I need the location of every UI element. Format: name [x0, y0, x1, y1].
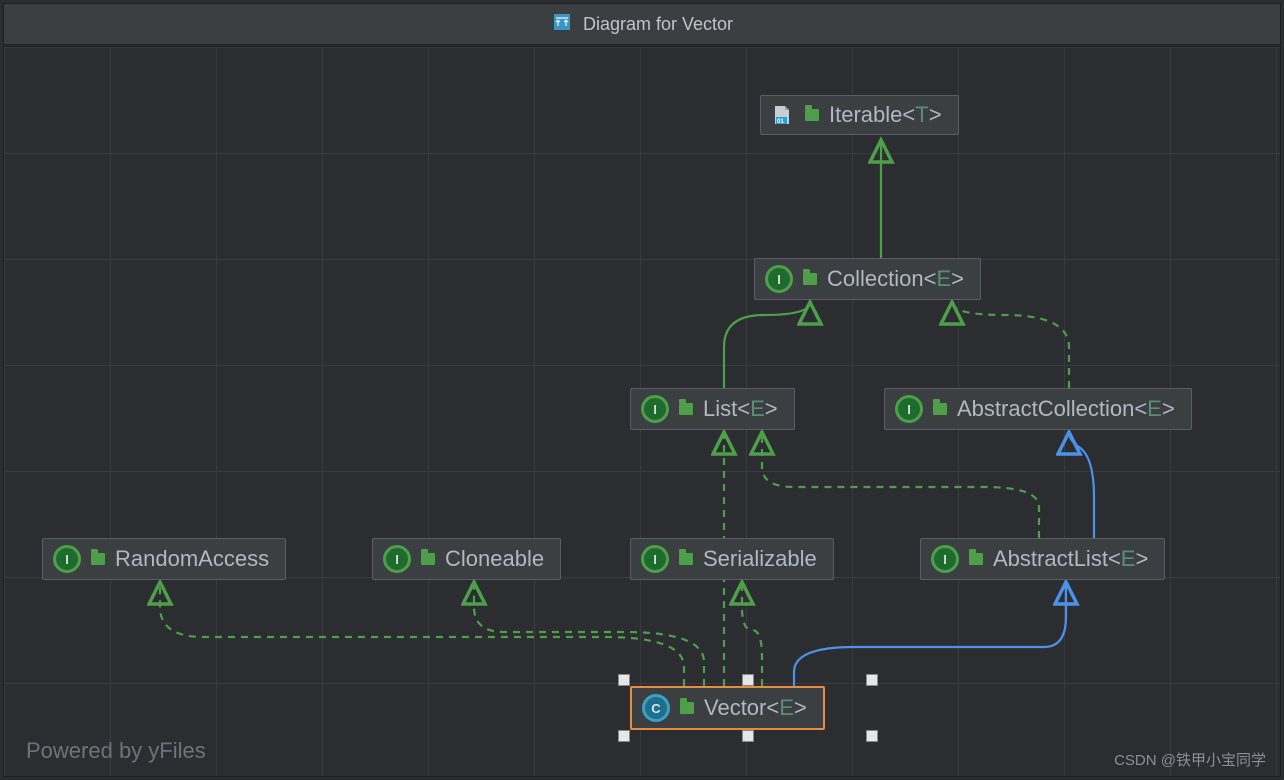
file-icon: 01 [771, 104, 795, 126]
interface-icon: I [895, 395, 923, 423]
resize-handle[interactable] [618, 730, 630, 742]
node-iterable[interactable]: 01 Iterable<T> [760, 95, 959, 135]
interface-icon: I [765, 265, 793, 293]
interface-icon: I [641, 545, 669, 573]
diagram-header-icon [551, 11, 573, 38]
node-label: List<E> [703, 396, 778, 422]
package-icon [679, 403, 693, 415]
node-vector[interactable]: C Vector<E> [630, 686, 825, 730]
node-label: AbstractList<E> [993, 546, 1148, 572]
node-list[interactable]: I List<E> [630, 388, 795, 430]
package-icon [933, 403, 947, 415]
diagram-title: Diagram for Vector [583, 14, 733, 35]
svg-text:01: 01 [777, 119, 784, 125]
node-collection[interactable]: I Collection<E> [754, 258, 981, 300]
node-cloneable[interactable]: I Cloneable [372, 538, 561, 580]
package-icon [969, 553, 983, 565]
node-abstractcollection[interactable]: I AbstractCollection<E> [884, 388, 1192, 430]
node-label: RandomAccess [115, 546, 269, 572]
node-label: Serializable [703, 546, 817, 572]
interface-icon: I [931, 545, 959, 573]
node-serializable[interactable]: I Serializable [630, 538, 834, 580]
package-icon [421, 553, 435, 565]
package-icon [91, 553, 105, 565]
node-label: Cloneable [445, 546, 544, 572]
class-icon: C [642, 694, 670, 722]
package-icon [679, 553, 693, 565]
node-abstractlist[interactable]: I AbstractList<E> [920, 538, 1165, 580]
resize-handle[interactable] [742, 730, 754, 742]
resize-handle[interactable] [866, 674, 878, 686]
resize-handle[interactable] [866, 730, 878, 742]
node-label: Collection<E> [827, 266, 964, 292]
node-label: Iterable<T> [829, 102, 942, 128]
interface-icon: I [53, 545, 81, 573]
resize-handle[interactable] [618, 674, 630, 686]
resize-handle[interactable] [742, 674, 754, 686]
diagram-canvas[interactable]: 01 Iterable<T> I Collection<E> I List<E>… [3, 46, 1281, 777]
package-icon [805, 109, 819, 121]
node-label: AbstractCollection<E> [957, 396, 1175, 422]
interface-icon: I [383, 545, 411, 573]
powered-by-label: Powered by yFiles [26, 738, 206, 764]
package-icon [680, 702, 694, 714]
diagram-header: Diagram for Vector [3, 3, 1281, 45]
watermark: CSDN @铁甲小宝同学 [1114, 749, 1266, 770]
node-randomaccess[interactable]: I RandomAccess [42, 538, 286, 580]
package-icon [803, 273, 817, 285]
interface-icon: I [641, 395, 669, 423]
node-label: Vector<E> [704, 695, 807, 721]
